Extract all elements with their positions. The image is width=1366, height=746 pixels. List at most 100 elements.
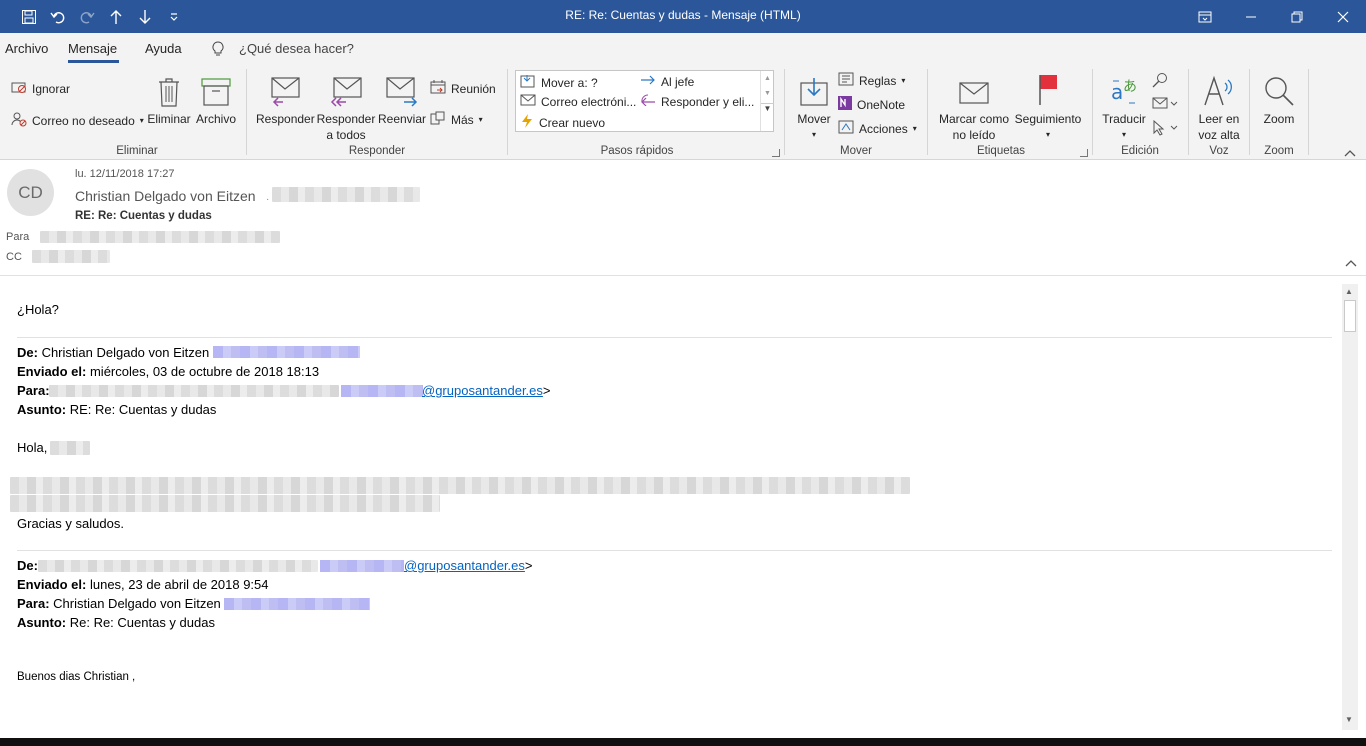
read-aloud-label-1: Leer en: [1198, 112, 1240, 126]
sent-value: miércoles, 03 de octubre de 2018 18:13: [86, 364, 320, 379]
reply-all-icon: [316, 69, 376, 107]
quickstep-label: Correo electróni...: [541, 94, 637, 109]
minimize-icon[interactable]: [1228, 0, 1274, 33]
quickstep-reply-delete[interactable]: Responder y eli...: [640, 94, 754, 109]
more-button[interactable]: Más ▾: [430, 111, 483, 128]
gallery-scroll[interactable]: ▲ ▼ ▼: [760, 71, 774, 131]
actions-icon: [838, 120, 854, 137]
msg1-from: De: Christian Delgado von Eitzen: [17, 345, 209, 360]
junk-label: Correo no deseado: [32, 113, 135, 128]
ignore-icon: [11, 80, 27, 97]
scroll-down-icon[interactable]: ▼: [1345, 715, 1353, 724]
forward-button[interactable]: Reenviar: [377, 69, 427, 127]
reply-all-label-2: a todos: [326, 128, 366, 142]
move-folder-icon: [520, 74, 536, 91]
quote-divider: [17, 550, 1332, 551]
junk-icon: [11, 111, 27, 130]
magnifier-icon: [1256, 69, 1302, 107]
group-separator: [1188, 69, 1189, 155]
onenote-button[interactable]: OneNote: [838, 96, 905, 113]
tab-mensaje[interactable]: Mensaje: [68, 41, 117, 56]
follow-up-button[interactable]: Seguimiento ▾: [1013, 69, 1083, 143]
msg2-sent: Enviado el: lunes, 23 de abril de 2018 9…: [17, 577, 269, 592]
msg2-to-email-redacted: [224, 598, 370, 610]
rules-button[interactable]: Reglas ▾: [838, 72, 905, 89]
message-date: lu. 12/11/2018 17:27: [75, 168, 175, 180]
msg1-to-redacted: [49, 385, 339, 397]
archive-label: Archivo: [195, 112, 236, 126]
move-button[interactable]: Mover ▾: [794, 69, 834, 143]
delete-label: Eliminar: [147, 112, 191, 126]
cc-label: CC: [6, 251, 22, 263]
ribbon-display-icon[interactable]: [1182, 0, 1228, 33]
from-label: De:: [17, 558, 38, 573]
mark-unread-button[interactable]: Marcar como no leído: [936, 69, 1012, 143]
quickstep-label: Responder y eli...: [661, 94, 755, 109]
msg2-from-redacted: [38, 560, 318, 572]
group-separator: [784, 69, 785, 155]
restore-icon[interactable]: [1274, 0, 1320, 33]
tags-launcher-icon[interactable]: [1080, 149, 1088, 157]
more-label: Más: [451, 112, 474, 127]
msg1-hola: Hola,: [17, 440, 48, 455]
quickstep-team-email[interactable]: Correo electróni...: [520, 94, 636, 109]
quickstep-label: Crear nuevo: [539, 115, 606, 130]
to-value: Christian Delgado von Eitzen: [49, 596, 221, 611]
junk-mail-button[interactable]: Correo no deseado ▾: [11, 111, 144, 130]
translate-button[interactable]: aあ Traducir ▾: [1100, 69, 1148, 143]
sender-email-redacted: [272, 187, 420, 202]
find-icon[interactable]: [1152, 72, 1168, 91]
vertical-scrollbar[interactable]: [1342, 284, 1358, 730]
window-title: RE: Re: Cuentas y dudas - Mensaje (HTML): [565, 8, 801, 22]
delete-button[interactable]: Eliminar: [146, 69, 192, 127]
msg1-to-email-redacted: [341, 385, 423, 397]
lightbulb-icon: [212, 41, 224, 60]
tell-me-search[interactable]: ¿Qué desea hacer?: [239, 41, 354, 56]
to-label: Para: [6, 231, 30, 243]
actions-button[interactable]: Acciones ▾: [838, 120, 917, 137]
scroll-up-icon[interactable]: ▲: [1345, 287, 1353, 296]
meeting-button[interactable]: Reunión: [430, 80, 496, 97]
quickstep-move-to[interactable]: Mover a: ?: [520, 74, 598, 91]
sender-name[interactable]: Christian Delgado von Eitzen: [75, 188, 256, 204]
reply-arrow-icon: [640, 94, 656, 109]
reply-button[interactable]: Responder: [256, 69, 315, 127]
actions-label: Acciones: [859, 121, 908, 136]
tab-archivo[interactable]: Archivo: [5, 41, 48, 56]
collapse-header-icon[interactable]: [1345, 256, 1357, 270]
envelope-icon: [520, 94, 536, 109]
scrollbar-thumb[interactable]: [1344, 300, 1356, 332]
meeting-label: Reunión: [451, 81, 496, 96]
group-separator: [1249, 69, 1250, 155]
msg1-body-redacted-2: [10, 495, 440, 512]
translate-label: Traducir: [1102, 112, 1146, 126]
reply-icon: [256, 69, 314, 107]
msg2-from: De:: [17, 558, 38, 573]
msg1-body-redacted-1: [10, 477, 910, 494]
group-label-etiquetas: Etiquetas: [977, 145, 1025, 157]
email-link[interactable]: @gruposantander.es: [422, 383, 543, 398]
close-icon[interactable]: [1320, 0, 1366, 33]
related-icon[interactable]: [1152, 96, 1178, 113]
quickstep-create-new[interactable]: Crear nuevo: [520, 114, 605, 131]
lightning-icon: [520, 114, 534, 131]
select-icon[interactable]: [1152, 119, 1178, 139]
subject-value: RE: Re: Cuentas y dudas: [66, 402, 217, 417]
msg1-to-domain: @gruposantander.es>: [422, 383, 551, 398]
quickstep-to-manager[interactable]: Al jefe: [640, 74, 694, 89]
taskbar: [0, 738, 1366, 746]
zoom-button[interactable]: Zoom: [1256, 69, 1302, 127]
reply-all-button[interactable]: Responder a todos: [316, 69, 376, 143]
collapse-ribbon-icon[interactable]: [1344, 146, 1356, 160]
email-link[interactable]: @gruposantander.es: [404, 558, 525, 573]
tab-ayuda[interactable]: Ayuda: [145, 41, 182, 56]
title-bar: RE: Re: Cuentas y dudas - Mensaje (HTML): [0, 0, 1366, 33]
read-aloud-button[interactable]: Leer en voz alta: [1194, 69, 1244, 143]
quicksteps-launcher-icon[interactable]: [772, 149, 780, 157]
avatar: CD: [7, 169, 54, 216]
archive-button[interactable]: Archivo: [194, 69, 238, 127]
unread-envelope-icon: [936, 69, 1012, 107]
ignore-button[interactable]: Ignorar: [11, 80, 70, 97]
read-aloud-label-2: voz alta: [1198, 128, 1240, 142]
group-label-zoom: Zoom: [1264, 145, 1294, 157]
